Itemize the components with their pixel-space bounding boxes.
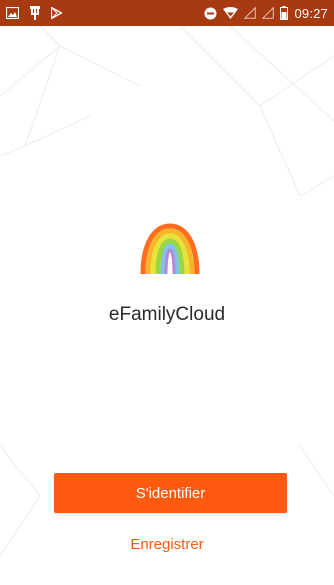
app-name: eFamilyCloud: [108, 304, 226, 325]
usb-icon: [29, 6, 41, 20]
welcome-screen: eFamilyCloud S'identifier Enregistrer: [0, 26, 334, 585]
status-bar-time: 09:27: [294, 5, 328, 21]
wifi-icon: [223, 7, 239, 19]
status-bar-system: 09:27: [204, 6, 328, 21]
battery-icon: [280, 6, 289, 20]
do-not-disturb-icon: [204, 7, 217, 20]
signal-icon: [244, 7, 257, 19]
signal-icon: [262, 7, 275, 19]
login-button[interactable]: S'identifier: [54, 473, 287, 513]
register-link[interactable]: Enregistrer: [0, 536, 334, 553]
status-bar-notifications: [6, 6, 62, 20]
status-bar: 09:27: [0, 0, 334, 26]
play-store-icon: [51, 7, 62, 19]
rainbow-logo-icon: [140, 223, 200, 275]
image-icon: [6, 7, 19, 19]
